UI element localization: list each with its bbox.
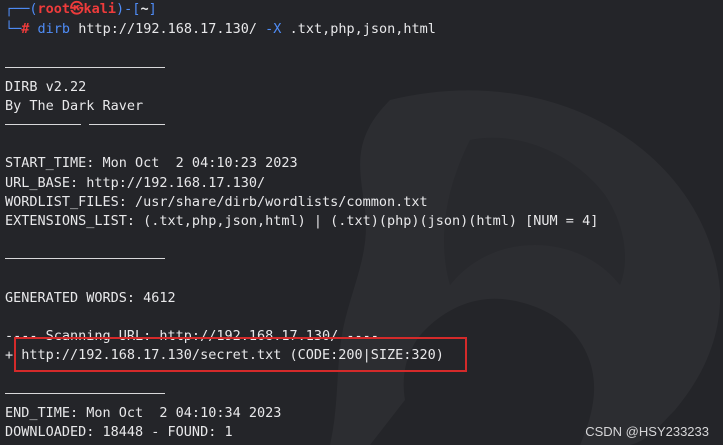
extensions-list: EXTENSIONS_LIST: (.txt,php,json,html) | …: [5, 213, 599, 229]
command-url-arg: http://192.168.17.130/: [78, 21, 258, 37]
separator: [5, 258, 165, 259]
csdn-watermark: CSDN @HSY233233: [585, 424, 709, 439]
command-ext-arg: .txt,php,json,html: [289, 21, 436, 37]
separator: [5, 67, 165, 68]
scanning-line: ---- Scanning URL: http://192.168.17.130…: [5, 328, 379, 344]
downloaded-summary: DOWNLOADED: 18448 - FOUND: 1: [5, 424, 233, 440]
scan-result-line[interactable]: + http://192.168.17.130/secret.txt (CODE…: [5, 345, 444, 365]
command-flag: -X: [265, 21, 282, 37]
wordlist-files: WORDLIST_FILES: /usr/share/dirb/wordlist…: [5, 194, 428, 210]
prompt-bracket: )-[: [116, 1, 141, 17]
generated-words: GENERATED WORDS: 4612: [5, 290, 176, 306]
separator: [89, 124, 165, 125]
separator: [5, 393, 165, 394]
separator: [5, 124, 81, 125]
banner-author: By The Dark Raver: [5, 98, 144, 114]
end-time: END_TIME: Mon Oct 2 04:10:34 2023: [5, 405, 282, 421]
url-base: URL_BASE: http://192.168.17.130/: [5, 175, 266, 191]
prompt-line: ┌──(root㉿kali)-[~]: [5, 0, 157, 19]
terminal-output: ┌──(root㉿kali)-[~] └─# dirb http://192.1…: [0, 0, 723, 445]
prompt-bracket-close: ]: [148, 1, 157, 17]
prompt-hash: #: [21, 21, 30, 37]
prompt-open: ┌──(: [5, 1, 38, 17]
prompt-corner: └─: [5, 21, 22, 37]
prompt-directory: ~: [140, 1, 149, 17]
banner-name: DIRB v2.22: [5, 79, 87, 95]
prompt-user: root: [37, 1, 71, 17]
start-time: START_TIME: Mon Oct 2 04:10:23 2023: [5, 155, 298, 171]
command-line[interactable]: └─# dirb http://192.168.17.130/ -X .txt,…: [5, 19, 436, 39]
command-name: dirb: [37, 21, 71, 37]
skull-icon: ㉿: [70, 1, 84, 17]
prompt-host: kali: [83, 1, 117, 17]
